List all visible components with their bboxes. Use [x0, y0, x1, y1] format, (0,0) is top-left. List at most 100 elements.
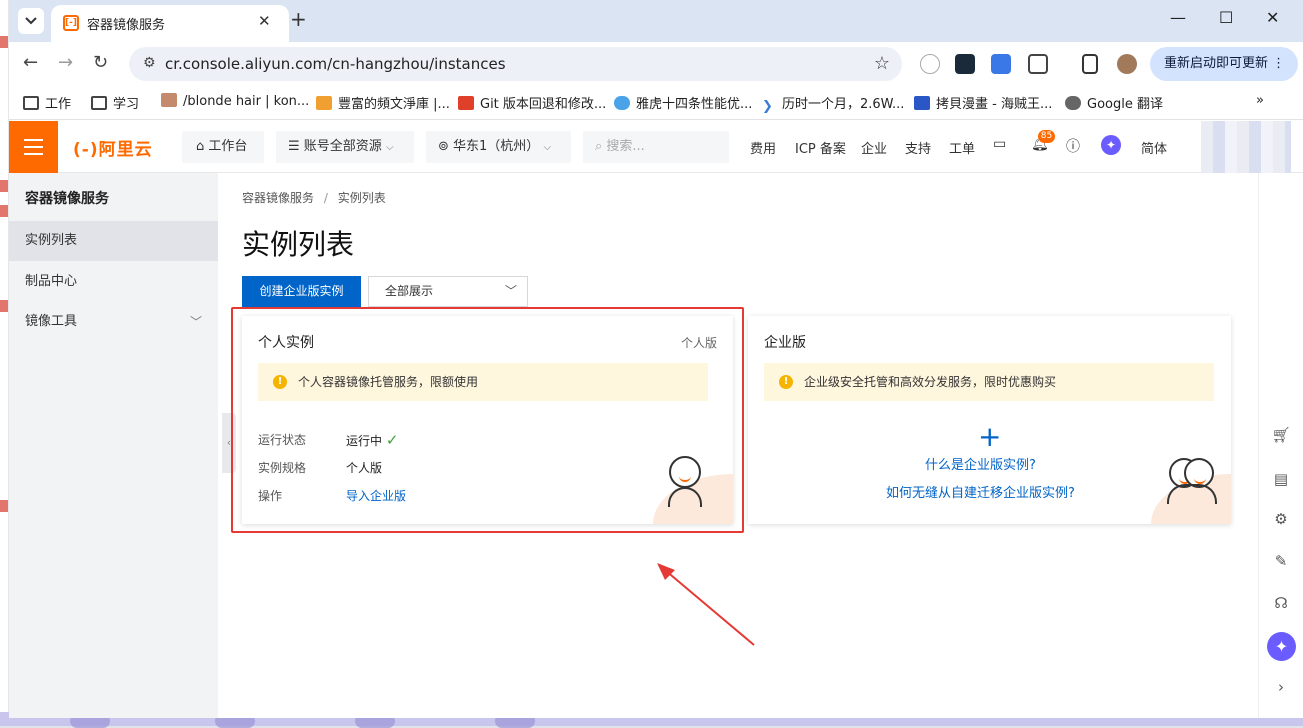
- chevron-down-icon: [25, 17, 37, 25]
- resource-selector[interactable]: ☰ 账号全部资源 ⌵: [276, 131, 414, 163]
- bookmark-label: 豐富的頻文淨庫 |...: [338, 97, 450, 112]
- gear-icon[interactable]: ⚙: [1269, 507, 1293, 531]
- terminal-icon[interactable]: ▭: [993, 136, 1006, 152]
- warning-icon: !: [779, 375, 793, 389]
- globe-icon: [1065, 96, 1081, 110]
- folder-icon: [23, 96, 39, 110]
- back-icon[interactable]: ←: [23, 52, 38, 73]
- right-toolbar: 🛒︎ ▤ ⚙ ✎ ☊ ✦ ›: [1258, 173, 1303, 718]
- menu-icon[interactable]: [9, 121, 58, 173]
- cloud-icon: [614, 96, 630, 110]
- bookmark-label: Google 翻译: [1087, 97, 1163, 112]
- restart-update-button[interactable]: 重新启动即可更新 ⋮: [1150, 47, 1298, 81]
- extensions-puzzle-icon[interactable]: [1028, 54, 1048, 74]
- sidebar-item-label: 制品中心: [25, 274, 78, 289]
- nav-enterprise[interactable]: 企业: [861, 138, 887, 157]
- bookmark-label: 拷貝漫畫 - 海贼王...: [936, 97, 1053, 112]
- what-is-enterprise-link[interactable]: 什么是企业版实例?: [748, 454, 1213, 473]
- bookmark-label: Git 版本回退和修改...: [480, 97, 607, 112]
- more-menu-icon[interactable]: ⋮: [1272, 56, 1285, 71]
- close-window-icon[interactable]: ✕: [1266, 8, 1279, 27]
- sidebar-item-image-tools[interactable]: 镜像工具 ﹀: [9, 302, 218, 342]
- bookmarks-bar: 工作 学习 /blonde hair | kon... 豐富的頻文淨庫 |...…: [9, 86, 1303, 120]
- sidebar-item-artifacts[interactable]: 制品中心: [9, 262, 218, 302]
- ai-assistant-icon[interactable]: ✦: [1101, 135, 1121, 155]
- extension-translate-icon[interactable]: [991, 54, 1011, 74]
- edit-icon[interactable]: ✎: [1269, 549, 1293, 573]
- enterprise-notice-text: 企业级安全托管和高效分发服务，限时优惠购买: [804, 375, 1057, 389]
- filter-select[interactable]: 全部展示 ﹀: [368, 276, 528, 307]
- add-icon[interactable]: +: [978, 420, 1001, 453]
- location-icon: ⊚: [438, 139, 454, 154]
- tab-bar: [-] 容器镜像服务 ✕ + — ☐ ✕: [9, 0, 1303, 42]
- address-bar[interactable]: ⚙ cr.console.aliyun.com/cn-hangzhou/inst…: [129, 47, 902, 81]
- folder-icon: [91, 96, 107, 110]
- sidebar-item-label: 镜像工具: [25, 314, 78, 329]
- help-icon[interactable]: ⓘ: [1066, 136, 1080, 156]
- console-search-input[interactable]: ⌕ 搜索...: [583, 131, 729, 163]
- language-switch[interactable]: 简体: [1141, 138, 1167, 157]
- side-panel-icon[interactable]: [1082, 54, 1098, 74]
- close-tab-icon[interactable]: ✕: [258, 12, 271, 30]
- annotation-arrow-icon: [657, 563, 755, 646]
- bookmark-item[interactable]: 雅虎十四条性能优...: [614, 93, 752, 112]
- more-bookmarks-icon[interactable]: »: [1256, 93, 1264, 108]
- create-enterprise-button[interactable]: 创建企业版实例: [242, 276, 361, 307]
- bookmark-item[interactable]: /blonde hair | kon...: [161, 93, 309, 109]
- user-avatar-blurred[interactable]: [1201, 121, 1291, 173]
- breadcrumb-current: 实例列表: [337, 191, 386, 205]
- sidebar-item-label: 实例列表: [25, 233, 78, 248]
- bookmark-item[interactable]: 豐富的頻文淨庫 |...: [316, 93, 450, 112]
- bookmark-item[interactable]: ❯ 历时一个月，2.6W...: [762, 93, 905, 114]
- tab-search-button[interactable]: [18, 8, 44, 34]
- nav-support[interactable]: 支持: [905, 138, 931, 157]
- document-icon[interactable]: ▤: [1269, 467, 1293, 491]
- workbench-label: 工作台: [208, 139, 248, 154]
- url-text: cr.console.aliyun.com/cn-hangzhou/instan…: [165, 55, 506, 73]
- reload-icon[interactable]: ↻: [93, 52, 108, 73]
- chevron-down-icon: ⌵: [543, 142, 552, 153]
- breadcrumb-service[interactable]: 容器镜像服务: [242, 191, 314, 205]
- extension-react-icon[interactable]: [955, 54, 975, 74]
- region-label: 华东1（杭州）: [453, 139, 540, 154]
- breadcrumb: 容器镜像服务 / 实例列表: [242, 191, 386, 205]
- cart-icon[interactable]: 🛒︎: [1269, 423, 1293, 447]
- migrate-enterprise-link[interactable]: 如何无缝从自建迁移企业版实例?: [748, 482, 1213, 501]
- home-icon: ⌂: [196, 139, 209, 154]
- bookmark-folder[interactable]: 工作: [23, 93, 71, 112]
- aliyun-logo[interactable]: (-)阿里云: [73, 135, 153, 160]
- page-title: 实例列表: [242, 228, 355, 261]
- nav-billing[interactable]: 费用: [750, 138, 776, 157]
- browser-window: [-] 容器镜像服务 ✕ + — ☐ ✕ ← → ↻ ⚙ cr.console.…: [9, 0, 1303, 718]
- new-tab-button[interactable]: +: [290, 7, 307, 31]
- tab-active[interactable]: [-] 容器镜像服务 ✕: [51, 5, 289, 42]
- sidebar-item-instances[interactable]: 实例列表: [9, 221, 218, 261]
- chevron-icon: ❯: [762, 99, 773, 114]
- bookmark-item[interactable]: 拷貝漫畫 - 海贼王...: [914, 93, 1052, 112]
- enterprise-card-title: 企业版: [764, 335, 806, 351]
- minimize-icon[interactable]: —: [1170, 8, 1186, 27]
- bookmark-item[interactable]: Git 版本回退和修改...: [458, 93, 606, 112]
- nav-ticket[interactable]: 工单: [949, 138, 975, 157]
- region-selector[interactable]: ⊚ 华东1（杭州） ⌵: [426, 131, 571, 163]
- chevron-down-icon: ﹀: [189, 315, 202, 329]
- extension-clock-icon[interactable]: [920, 54, 940, 74]
- maximize-icon[interactable]: ☐: [1219, 8, 1233, 27]
- workbench-button[interactable]: ⌂ 工作台: [182, 131, 264, 163]
- bookmark-label: 雅虎十四条性能优...: [636, 97, 753, 112]
- bookmark-star-icon[interactable]: ☆: [874, 53, 890, 74]
- highlight-box: [231, 307, 744, 533]
- bookmark-item[interactable]: Google 翻译: [1065, 93, 1163, 112]
- enterprise-instance-card[interactable]: 企业版 ! 企业级安全托管和高效分发服务，限时优惠购买 + 什么是企业版实例? …: [748, 316, 1231, 524]
- nav-icp[interactable]: ICP 备案: [795, 138, 846, 157]
- bookmark-folder[interactable]: 学习: [91, 93, 139, 112]
- forward-icon[interactable]: →: [58, 52, 73, 73]
- chevron-right-icon[interactable]: ›: [1269, 675, 1293, 699]
- site-info-icon[interactable]: ⚙: [143, 55, 156, 71]
- bookmark-label: /blonde hair | kon...: [183, 94, 310, 109]
- profile-avatar[interactable]: [1117, 54, 1137, 74]
- bookmark-label: 历时一个月，2.6W...: [782, 97, 905, 112]
- headset-icon[interactable]: ☊: [1269, 591, 1293, 615]
- bookmark-label: 工作: [45, 97, 72, 112]
- ai-star-icon[interactable]: ✦: [1267, 632, 1296, 661]
